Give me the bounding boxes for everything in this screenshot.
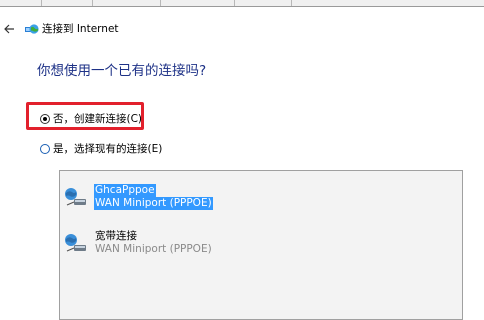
connection-device: WAN Miniport (PPPOE) (95, 243, 212, 255)
radio-unchecked-icon[interactable] (40, 144, 50, 154)
radio-option-create-new[interactable]: 否，创建新连接(C) (40, 112, 142, 126)
list-item-connection-broadband[interactable]: 宽带连接 WAN Miniport (PPPOE) (60, 227, 260, 259)
radio-option-label: 否，创建新连接(C) (53, 113, 143, 125)
radio-option-label: 是，选择现有的连接(E) (53, 143, 163, 155)
connection-name: 宽带连接 (95, 230, 137, 242)
window-title: 连接到 Internet (42, 23, 119, 35)
network-connection-icon (65, 188, 86, 206)
network-connection-icon (65, 234, 86, 252)
window-top-edge (0, 0, 484, 7)
radio-checked-icon[interactable] (40, 114, 50, 124)
connection-device: WAN Miniport (PPPOE) (94, 197, 213, 210)
arrow-left-icon[interactable] (3, 23, 17, 35)
page-heading: 你想使用一个已有的连接吗? (37, 63, 207, 79)
list-item-connection-ghcapppoe[interactable]: GhcaPppoe WAN Miniport (PPPOE) (60, 181, 260, 213)
connection-list[interactable]: GhcaPppoe WAN Miniport (PPPOE) 宽带连接 WAN … (59, 170, 463, 320)
radio-option-use-existing[interactable]: 是，选择现有的连接(E) (40, 142, 162, 156)
connection-name: GhcaPppoe (94, 184, 156, 197)
network-globe-icon (25, 24, 39, 34)
